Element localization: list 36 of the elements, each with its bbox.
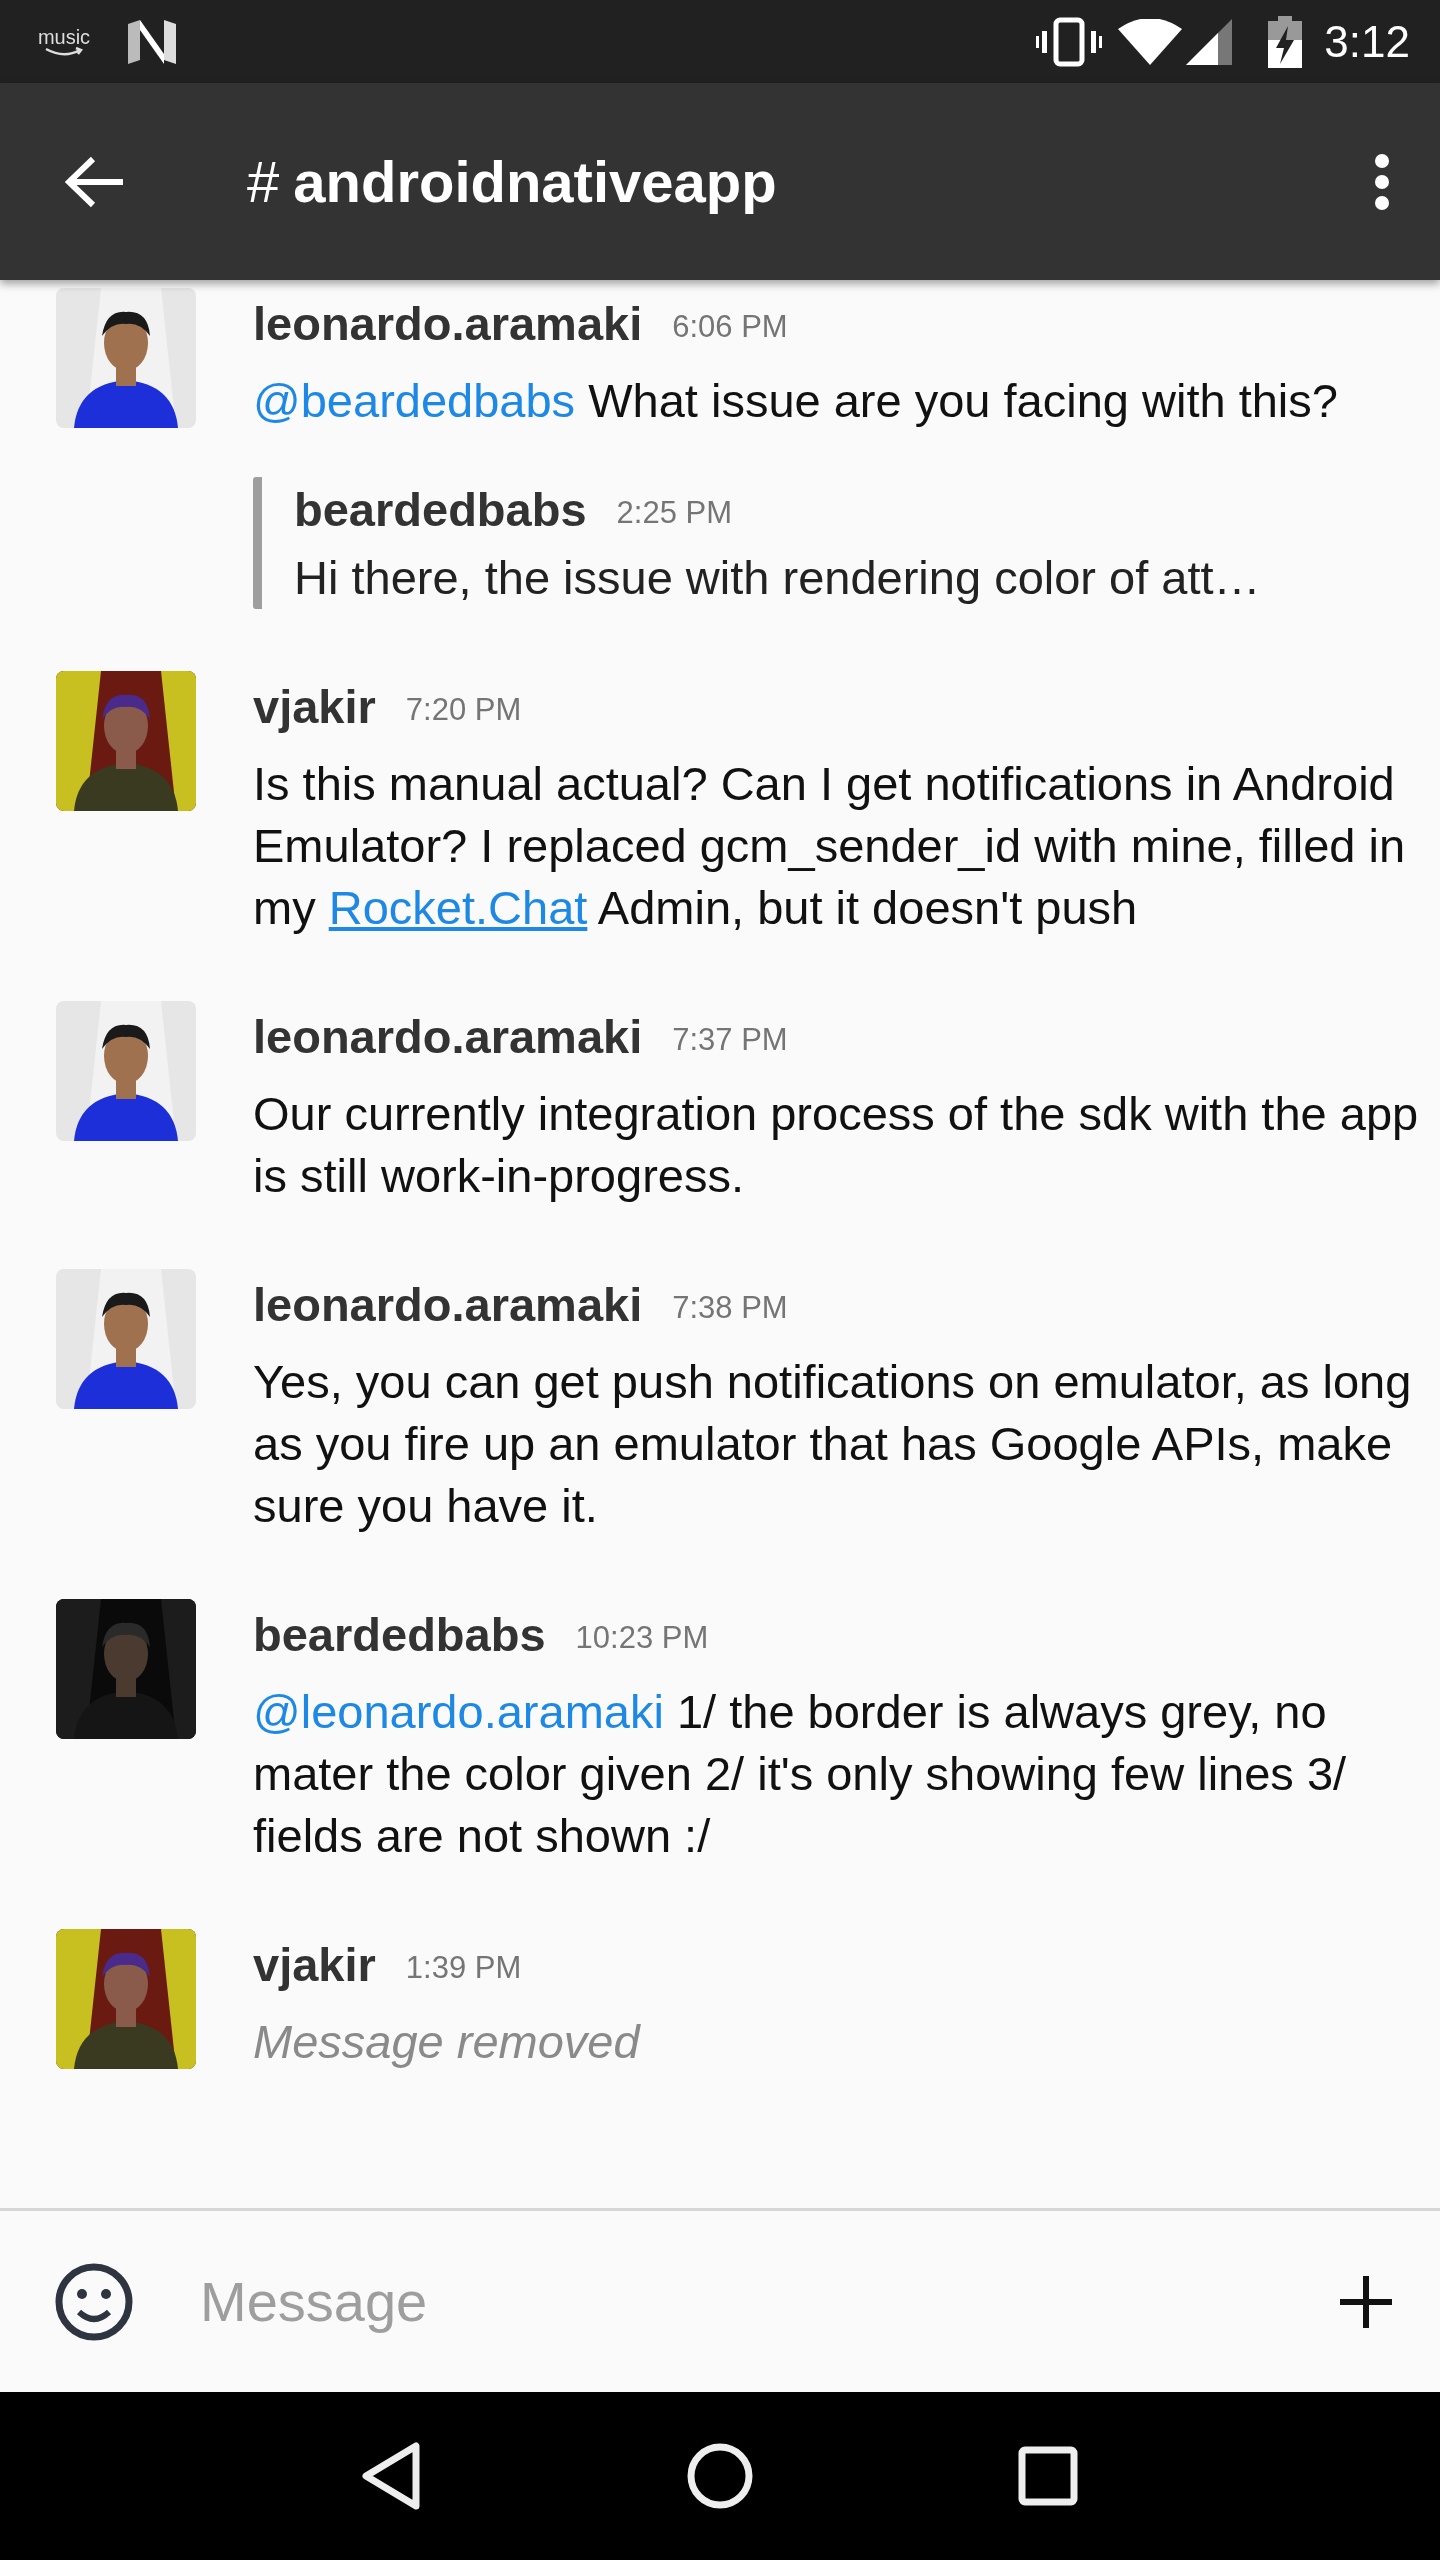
username: beardedbabs [253, 1606, 546, 1662]
clock-time: 3:12 [1324, 16, 1410, 67]
message-text: @beardedbabs What issue are you facing with this? [253, 373, 1339, 429]
more-vert-icon [1374, 153, 1390, 210]
message-input[interactable]: Message [200, 2259, 1332, 2344]
quote-text: Hi there, the issue with rendering color of att… [294, 550, 1262, 606]
quote-timestamp: 2:25 PM [616, 495, 732, 531]
link[interactable]: Rocket.Chat [328, 881, 588, 934]
wifi-icon [1118, 18, 1183, 65]
mention-link[interactable]: @leonardo.aramaki [253, 1685, 664, 1738]
message-text: Is this manual actual? Can I get notifications in Android Emulator? I replaced gcm_sender_id with mine, filled in my Rocket.Chat Admin, but it doesn't push [253, 756, 1407, 936]
username: leonardo.aramaki [253, 295, 643, 351]
timestamp: 7:38 PM [672, 1290, 788, 1326]
channel-prefix: # [247, 148, 280, 215]
smile-curve-icon [44, 46, 84, 57]
timestamp: 7:37 PM [672, 1022, 788, 1058]
timestamp: 1:39 PM [405, 1950, 522, 1986]
message-text: Yes, you can get push notifications on emulator, as long as you fire up an emulator that has Google APIs, make sure you have it. [253, 1354, 1413, 1534]
timestamp: 7:20 PM [405, 692, 522, 728]
message-text: Our currently integration process of the sdk with the app is still work-in-progress. [253, 1086, 1420, 1204]
vibrate-icon [1036, 16, 1103, 67]
signal-icon [1186, 18, 1233, 65]
battery-icon [1268, 15, 1303, 68]
username: leonardo.aramaki [253, 1276, 643, 1332]
username: vjakir [253, 1936, 376, 1992]
n-logo-icon [126, 19, 178, 64]
message-text: @leonardo.aramaki 1/ the border is always grey, no mater the color given 2/ it's only showing few lines 3/ fields are not shown :/ [253, 1684, 1348, 1864]
username: vjakir [253, 678, 376, 734]
removed-message-text: Message removed [253, 2014, 642, 2070]
quote-username: beardedbabs [294, 481, 587, 537]
timestamp: 6:06 PM [672, 309, 788, 345]
mention-link[interactable]: @beardedbabs [253, 374, 576, 427]
timestamp: 10:23 PM [575, 1620, 709, 1656]
username: leonardo.aramaki [253, 1008, 643, 1064]
app-logo-text: music [37, 26, 91, 47]
channel-title: androidnativeapp [293, 148, 777, 215]
